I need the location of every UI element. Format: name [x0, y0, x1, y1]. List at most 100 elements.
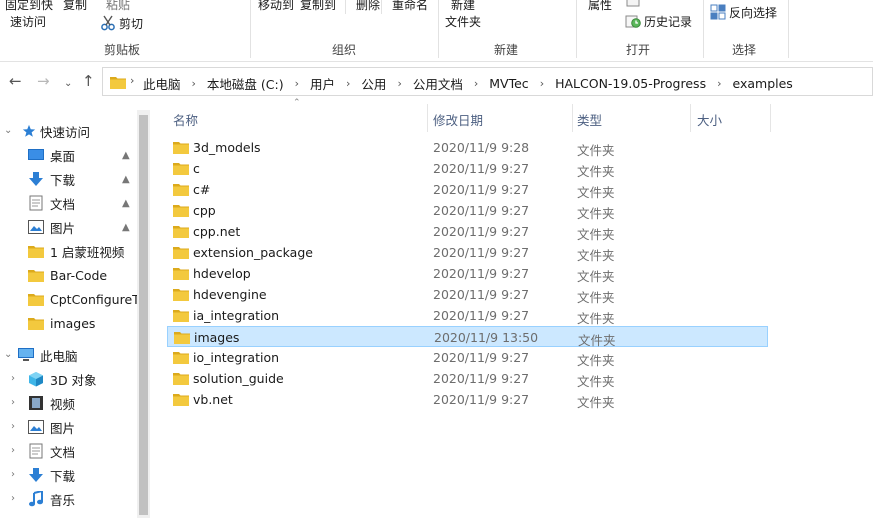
address-bar[interactable]: › 此电脑 › 本地磁盘 (C:) › 用户 › 公用 › 公用文档 › MVT…	[102, 67, 873, 96]
history-button[interactable]: 历史记录	[644, 13, 692, 30]
file-type: 文件夹	[577, 143, 615, 158]
sidebar-item-music[interactable]: 音乐	[28, 488, 75, 510]
collapse-chevron-icon[interactable]: ⌄	[4, 349, 12, 360]
file-modified-date: 2020/11/9 13:50	[434, 330, 539, 345]
expand-chevron-icon[interactable]: ›	[11, 397, 15, 408]
breadcrumb-this-pc[interactable]: 此电脑	[143, 74, 181, 93]
new-folder-button-line2[interactable]: 文件夹	[445, 13, 481, 30]
ribbon-divider	[250, 0, 251, 58]
sidebar-item-quick-access[interactable]: 快速访问	[22, 120, 90, 142]
table-row[interactable]: solution_guide 2020/11/9 9:27 文件夹	[167, 368, 768, 389]
column-header-name[interactable]: 名称	[173, 110, 198, 129]
file-type: 文件夹	[577, 206, 615, 221]
select-group-label: 选择	[732, 43, 757, 57]
table-row[interactable]: images 2020/11/9 13:50 文件夹	[167, 326, 768, 348]
sidebar-item-pc-downloads[interactable]: 下载	[28, 464, 75, 486]
table-row[interactable]: extension_package 2020/11/9 9:27 文件夹	[167, 242, 768, 263]
expand-chevron-icon[interactable]: ›	[11, 493, 15, 504]
table-row[interactable]: c 2020/11/9 9:27 文件夹	[167, 158, 768, 179]
rename-button[interactable]: 重命名	[392, 0, 428, 13]
table-row[interactable]: io_integration 2020/11/9 9:27 文件夹	[167, 347, 768, 368]
table-row[interactable]: vb.net 2020/11/9 9:27 文件夹	[167, 389, 768, 410]
navigation-bar: ← → ⌄ ↑ › 此电脑 › 本地磁盘 (C:) › 用户 › 公用 › 公用…	[0, 62, 873, 100]
properties-button[interactable]: 属性	[588, 0, 612, 13]
column-divider[interactable]	[690, 104, 691, 132]
column-header-size[interactable]: 大小	[697, 110, 722, 129]
copy-button[interactable]: 复制	[63, 0, 87, 13]
folder-icon	[110, 77, 126, 89]
new-group-label: 新建	[494, 43, 519, 57]
sidebar-item-documents[interactable]: 文档	[28, 192, 75, 214]
sidebar-item-pc-documents[interactable]: 文档	[28, 440, 75, 462]
picture-icon	[28, 420, 44, 434]
sidebar-item-folder-barcode[interactable]: Bar-Code	[28, 264, 107, 286]
table-row[interactable]: ia_integration 2020/11/9 9:27 文件夹	[167, 305, 768, 326]
file-name: hdevelop	[193, 266, 251, 281]
breadcrumb-public[interactable]: 公用	[361, 74, 386, 93]
file-type: 文件夹	[577, 164, 615, 179]
pin-icon[interactable]: ▲	[122, 150, 130, 161]
file-name: hdevengine	[193, 287, 267, 302]
back-arrow-icon[interactable]: ←	[9, 72, 22, 90]
pin-icon[interactable]: ▲	[122, 222, 130, 233]
column-divider[interactable]	[770, 104, 771, 132]
table-row[interactable]: cpp.net 2020/11/9 9:27 文件夹	[167, 221, 768, 242]
table-row[interactable]: hdevengine 2020/11/9 9:27 文件夹	[167, 284, 768, 305]
pin-icon[interactable]: ▲	[122, 198, 130, 209]
table-row[interactable]: cpp 2020/11/9 9:27 文件夹	[167, 200, 768, 221]
sidebar-item-folder-video[interactable]: 1 启蒙班视频	[28, 240, 124, 262]
sidebar-scrollbar-thumb[interactable]	[139, 115, 148, 515]
delete-button[interactable]: 删除	[356, 0, 380, 13]
breadcrumb-public-documents[interactable]: 公用文档	[413, 74, 463, 93]
forward-arrow-icon[interactable]: →	[37, 72, 50, 90]
table-row[interactable]: hdevelop 2020/11/9 9:27 文件夹	[167, 263, 768, 284]
file-modified-date: 2020/11/9 9:27	[433, 287, 530, 302]
copy-to-button[interactable]: 复制到	[300, 0, 336, 13]
breadcrumb-halcon[interactable]: HALCON-19.05-Progress	[555, 76, 706, 91]
invert-selection-button[interactable]: 反向选择	[729, 4, 777, 21]
column-header-type[interactable]: 类型	[577, 110, 602, 129]
breadcrumb-users[interactable]: 用户	[310, 74, 335, 93]
expand-chevron-icon[interactable]: ›	[11, 445, 15, 456]
sidebar-item-3d-objects[interactable]: 3D 对象	[28, 368, 97, 390]
table-row[interactable]: 3d_models 2020/11/9 9:28 文件夹	[167, 137, 768, 158]
move-to-button[interactable]: 移动到	[258, 0, 294, 13]
pin-icon[interactable]: ▲	[122, 174, 130, 185]
breadcrumb-separator-icon: ›	[539, 77, 545, 90]
ribbon-divider	[703, 0, 704, 58]
pin-quick-access-button[interactable]: 固定到快	[5, 0, 53, 13]
up-arrow-icon[interactable]: ↑	[82, 72, 95, 90]
file-list: ⌃ 名称 修改日期 类型 大小 3d_models 2020/11/9 9:28 文…	[150, 98, 873, 518]
expand-chevron-icon[interactable]: ›	[11, 421, 15, 432]
file-name: cpp	[193, 203, 216, 218]
column-divider[interactable]	[427, 104, 428, 132]
breadcrumb-mvtec[interactable]: MVTec	[489, 76, 528, 91]
breadcrumb-local-disk[interactable]: 本地磁盘 (C:)	[207, 74, 284, 93]
sidebar-item-downloads[interactable]: 下载	[28, 168, 75, 190]
sidebar-item-pc-pictures[interactable]: 图片	[28, 416, 75, 438]
cut-button[interactable]: 剪切	[119, 15, 143, 32]
sidebar-item-folder-images[interactable]: images	[28, 312, 95, 334]
recent-locations-chevron-icon[interactable]: ⌄	[64, 75, 72, 93]
file-modified-date: 2020/11/9 9:27	[433, 266, 530, 281]
breadcrumb-separator-icon: ›	[294, 77, 299, 90]
download-icon	[29, 172, 43, 186]
column-header-date[interactable]: 修改日期	[433, 110, 483, 129]
breadcrumb-separator-icon: ›	[346, 77, 351, 90]
sidebar-item-desktop[interactable]: 桌面	[28, 144, 75, 166]
sidebar-item-pictures[interactable]: 图片	[28, 216, 75, 238]
paste-button[interactable]: 粘贴	[106, 0, 130, 13]
folder-icon	[173, 205, 189, 217]
new-folder-button[interactable]: 新建	[451, 0, 475, 13]
table-row[interactable]: c# 2020/11/9 9:27 文件夹	[167, 179, 768, 200]
expand-chevron-icon[interactable]: ›	[11, 373, 15, 384]
sidebar-item-videos[interactable]: 视频	[28, 392, 75, 414]
breadcrumb-examples[interactable]: examples	[732, 76, 792, 91]
music-icon	[29, 491, 43, 507]
expand-chevron-icon[interactable]: ›	[11, 469, 15, 480]
sidebar-item-folder-cptconfigure[interactable]: CptConfigureTe	[28, 288, 145, 310]
column-divider[interactable]	[572, 104, 573, 132]
sidebar-item-this-pc[interactable]: 此电脑	[18, 344, 78, 366]
collapse-chevron-icon[interactable]: ⌄	[4, 125, 12, 136]
pin-quick-access-button-line2[interactable]: 速访问	[10, 13, 46, 30]
